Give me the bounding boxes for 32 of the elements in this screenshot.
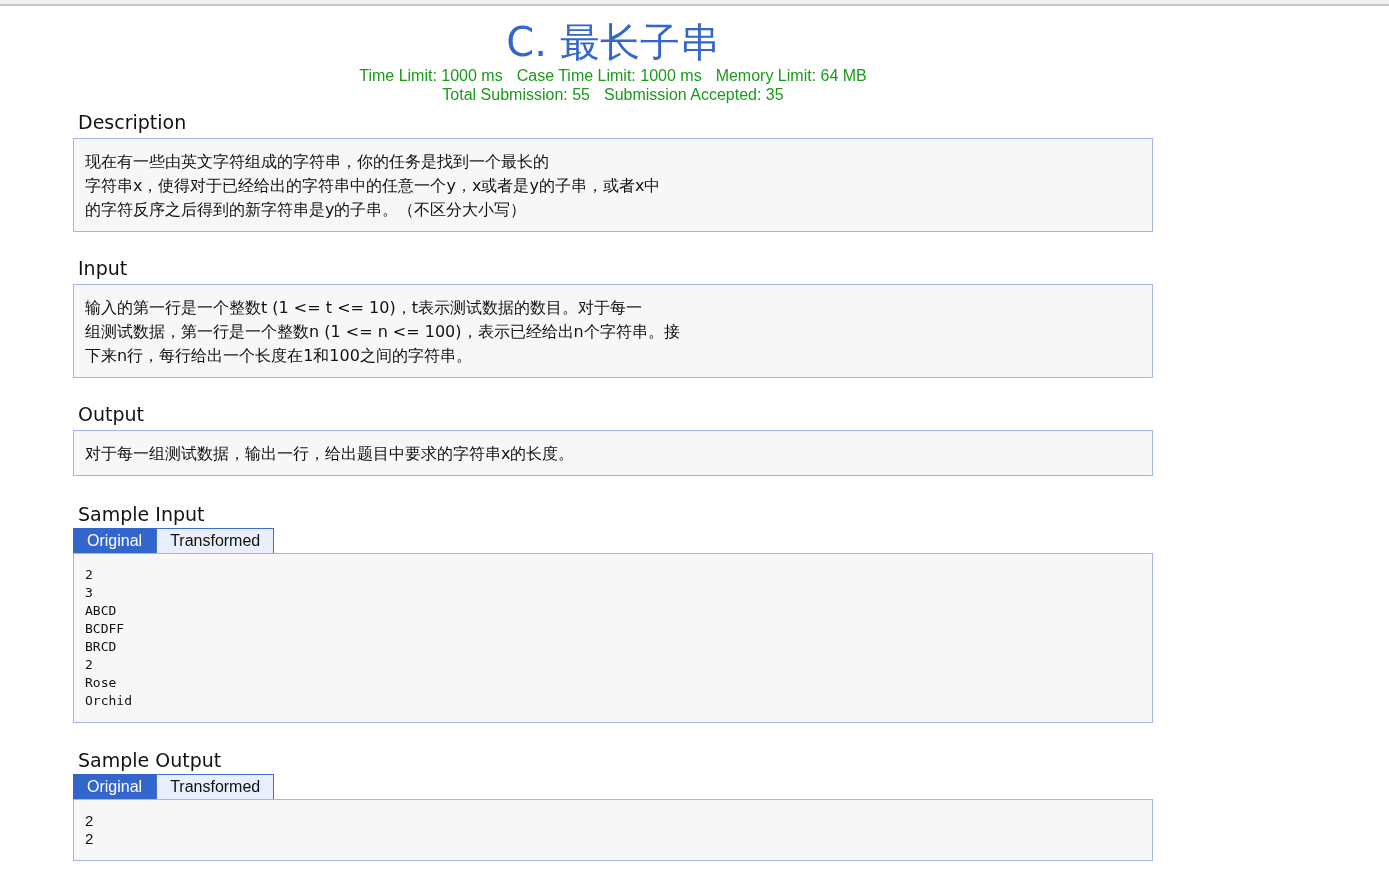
sample-line: 2	[85, 830, 94, 848]
section-heading: Sample Input	[77, 502, 205, 526]
sample-line: Rose	[85, 674, 117, 692]
view-tab[interactable]: Original	[73, 774, 157, 799]
view-tab[interactable]: Original	[73, 528, 157, 553]
section-text: 字符串x，使得对于已经给出的字符串中的任意一个y，x或者是y的子串，或者x中	[85, 175, 661, 197]
section-text: 下来n行，每行给出一个长度在1和100之间的字符串。	[85, 345, 472, 367]
submission-stat: Total Submission: 55	[442, 85, 590, 104]
view-tab[interactable]: Transformed	[156, 774, 275, 799]
problem-title: C. 最长子串	[505, 18, 721, 66]
sample-line: BCDFF	[85, 620, 125, 638]
section-heading: Sample Output	[77, 748, 222, 772]
section-text: 现在有一些由英文字符组成的字符串，你的任务是找到一个最长的	[85, 151, 549, 173]
limit-text: Time Limit: 1000 ms	[359, 66, 503, 85]
section-heading: Input	[77, 256, 128, 280]
limit-text: Memory Limit: 64 MB	[715, 66, 867, 85]
section-text: 组测试数据，第一行是一个整数n (1 <= n <= 100)，表示已经给出n个字符串。接	[85, 321, 680, 343]
limit-text: Case Time Limit: 1000 ms	[516, 66, 702, 85]
sample-line: ABCD	[85, 602, 117, 620]
section-text: 对于每一组测试数据，输出一行，给出题目中要求的字符串x的长度。	[85, 443, 575, 465]
section-heading: Description	[77, 110, 187, 134]
sample-line: 2	[85, 812, 94, 830]
section-text: 输入的第一行是一个整数t (1 <= t <= 10)，t表示测试数据的数目。对于每一	[85, 297, 642, 319]
sample-line: 2	[85, 656, 93, 674]
section-heading: Output	[77, 402, 144, 426]
section-text: 的字符反序之后得到的新字符串是y的子串。（不区分大小写）	[85, 199, 527, 221]
sample-line: Orchid	[85, 692, 132, 710]
sample-line: 3	[85, 584, 93, 602]
view-tab[interactable]: Transformed	[156, 528, 275, 553]
sample-line: BRCD	[85, 638, 117, 656]
submission-stat: Submission Accepted: 35	[604, 85, 784, 104]
sample-line: 2	[85, 566, 93, 584]
